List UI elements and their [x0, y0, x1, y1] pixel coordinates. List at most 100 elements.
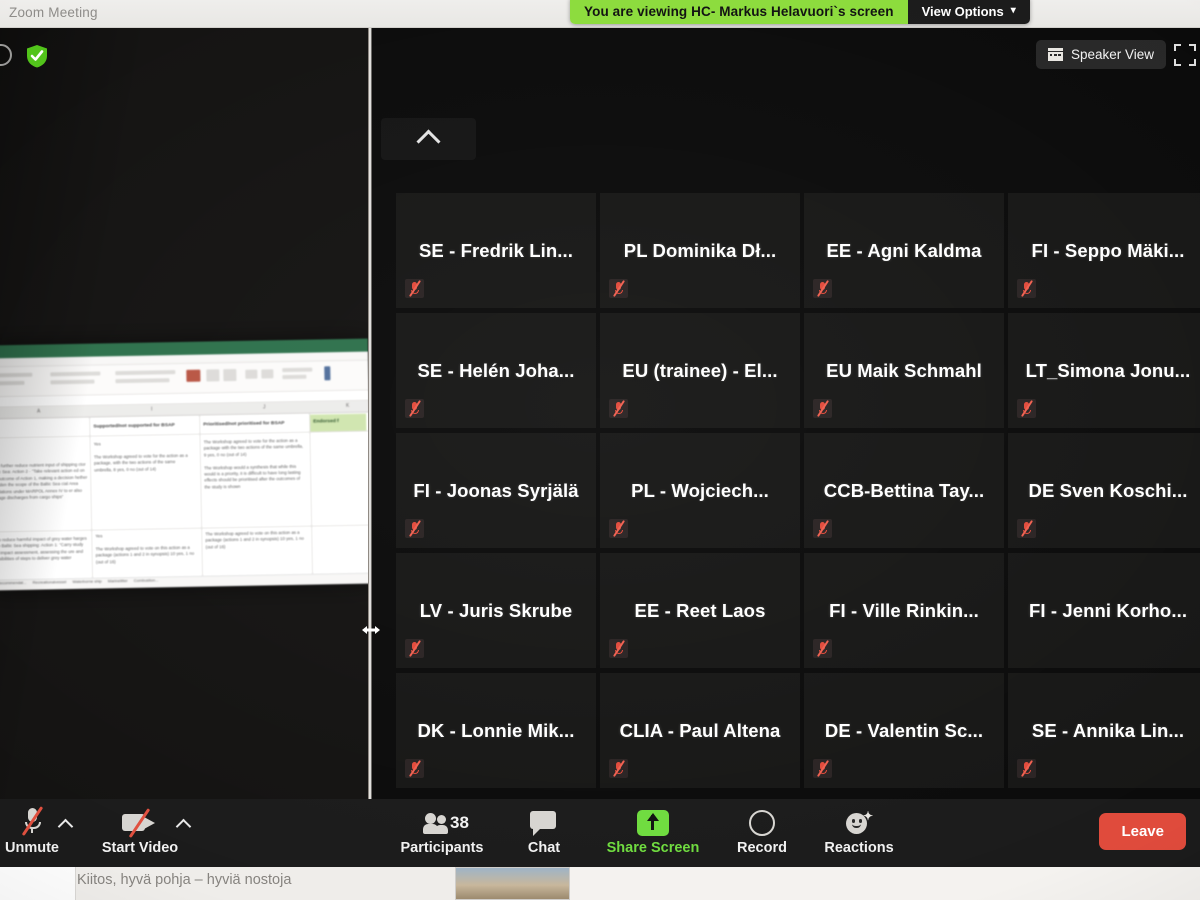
- pane-resize-handle[interactable]: [360, 620, 382, 640]
- participants-gallery-pane: Speaker View SE - Fredrik Lin... PL Domi…: [372, 28, 1200, 818]
- microphone-muted-icon: [609, 519, 628, 538]
- participant-tile[interactable]: EE - Agni Kaldma: [804, 193, 1004, 308]
- excel-sheet-tab[interactable]: Recommendat...: [0, 580, 27, 586]
- participant-name: FI - Ville Rinkin...: [829, 599, 979, 621]
- participant-tile[interactable]: SE - Helén Joha...: [396, 313, 596, 428]
- participant-tile[interactable]: LT_Simona Jonu...: [1008, 313, 1200, 428]
- shared-excel-window: A I J K Supported/not supported for BSAP…: [0, 338, 368, 591]
- screen-share-banner: You are viewing HC- Markus Helavuori`s s…: [570, 0, 1030, 24]
- record-label: Record: [737, 840, 787, 856]
- participant-name: LT_Simona Jonu...: [1025, 359, 1191, 381]
- microphone-muted-icon: [1017, 279, 1036, 298]
- excel-cell-prioritised: The Workshop agreed to vote on this acti…: [205, 529, 306, 550]
- participant-tile[interactable]: FI - Joonas Syrjälä: [396, 433, 596, 548]
- microphone-muted-icon: [609, 639, 628, 658]
- participant-tile[interactable]: FI - Ville Rinkin...: [804, 553, 1004, 668]
- pane-splitter[interactable]: [368, 28, 372, 818]
- microphone-muted-icon: [1017, 399, 1036, 418]
- excel-col-letter: K: [345, 402, 350, 409]
- participant-tile-grid: SE - Fredrik Lin... PL Dominika Dł... EE…: [396, 193, 1200, 788]
- participant-tile[interactable]: EU Maik Schmahl: [804, 313, 1004, 428]
- microphone-muted-icon: [609, 279, 628, 298]
- microphone-muted-icon: [813, 639, 832, 658]
- participant-name: CCB-Bettina Tay...: [823, 479, 985, 501]
- record-circle-icon: [749, 804, 775, 836]
- green-shield-encryption-icon[interactable]: [26, 44, 48, 68]
- unmute-button[interactable]: Unmute: [0, 804, 64, 856]
- participant-name: EE - Reet Laos: [634, 599, 766, 621]
- participant-tile[interactable]: DE - Valentin Sc...: [804, 673, 1004, 788]
- chat-label: Chat: [527, 840, 561, 856]
- microphone-muted-icon: [20, 804, 44, 836]
- zoom-meeting-window: A I J K Supported/not supported for BSAP…: [0, 0, 1200, 900]
- speaker-view-button[interactable]: Speaker View: [1035, 40, 1166, 69]
- participant-name: CLIA - Paul Altena: [619, 719, 781, 741]
- record-button[interactable]: Record: [727, 804, 797, 856]
- excel-cell-action: ns to reduce harmful impact of grey wate…: [0, 535, 87, 562]
- participant-tile[interactable]: PL Dominika Dł...: [600, 193, 800, 308]
- desktop-image-thumbnail: [455, 867, 570, 900]
- participant-name: SE - Annika Lin...: [1031, 719, 1185, 741]
- participant-tile[interactable]: SE - Fredrik Lin...: [396, 193, 596, 308]
- excel-sheet-tab[interactable]: Waterborne ship: [72, 578, 101, 584]
- participant-name: EU Maik Schmahl: [826, 359, 982, 381]
- start-video-button[interactable]: Start Video: [95, 804, 185, 856]
- participant-name: FI - Seppo Mäki...: [1031, 239, 1185, 261]
- participant-tile[interactable]: CLIA - Paul Altena: [600, 673, 800, 788]
- excel-sheet-tab[interactable]: Combustion...: [134, 577, 159, 582]
- gallery-top-controls: Speaker View: [1035, 40, 1196, 69]
- microphone-muted-icon: [405, 759, 424, 778]
- excel-sheet-tabs[interactable]: Recommendat... Recreationalvessel Waterb…: [0, 572, 368, 591]
- participant-tile[interactable]: PL - Wojciech...: [600, 433, 800, 548]
- meeting-toolbar: Unmute Start Video 38 Participants Chat: [0, 799, 1200, 867]
- participant-name: DE Sven Koschi...: [1028, 479, 1188, 501]
- excel-header-endorsed: Endorsed f: [313, 419, 339, 425]
- participant-name: FI - Jenni Korho...: [1028, 599, 1188, 621]
- microphone-muted-icon: [813, 279, 832, 298]
- fullscreen-icon[interactable]: [1174, 43, 1196, 66]
- share-screen-icon: [637, 804, 669, 836]
- participant-tile[interactable]: EE - Reet Laos: [600, 553, 800, 668]
- excel-sheet-tab[interactable]: Marinelitter: [108, 578, 128, 583]
- excel-cell-action: ns to further reduce nutrient input of s…: [0, 461, 88, 501]
- reactions-button[interactable]: ✦ Reactions: [818, 804, 900, 856]
- participants-button[interactable]: 38 Participants: [395, 804, 489, 856]
- participant-tile[interactable]: EU (trainee) - El...: [600, 313, 800, 428]
- meeting-info-icon[interactable]: [0, 44, 12, 66]
- participants-label: Participants: [400, 840, 484, 856]
- microphone-muted-icon: [1017, 759, 1036, 778]
- smiley-reactions-icon: ✦: [845, 804, 873, 836]
- participant-tile[interactable]: DE Sven Koschi...: [1008, 433, 1200, 548]
- microphone-muted-icon: [405, 399, 424, 418]
- participant-name: EE - Agni Kaldma: [826, 239, 982, 261]
- view-options-label: View Options: [921, 3, 1004, 19]
- collapse-gallery-button[interactable]: [381, 118, 476, 160]
- excel-header-supported: Supported/not supported for BSAP: [93, 423, 175, 430]
- share-screen-button[interactable]: Share Screen: [598, 804, 708, 856]
- microphone-muted-icon: [813, 519, 832, 538]
- excel-col-letter: J: [262, 404, 266, 411]
- desktop-background-strip: Kiitos, hyvä pohja – hyviä nostoja: [0, 867, 1200, 900]
- microphone-muted-icon: [609, 399, 628, 418]
- camera-off-icon: [122, 804, 158, 838]
- unmute-label: Unmute: [5, 840, 59, 856]
- leave-button[interactable]: Leave: [1099, 813, 1186, 850]
- participant-name: EU (trainee) - El...: [622, 359, 778, 381]
- chevron-up-icon: [416, 129, 441, 154]
- microphone-muted-icon: [813, 399, 832, 418]
- view-options-button[interactable]: View Options ▾: [907, 0, 1030, 24]
- participant-tile[interactable]: DK - Lonnie Mik...: [396, 673, 596, 788]
- excel-col-letter: I: [150, 406, 153, 413]
- participant-tile[interactable]: FI - Seppo Mäki...: [1008, 193, 1200, 308]
- participant-tile[interactable]: SE - Annika Lin...: [1008, 673, 1200, 788]
- screen-share-status: You are viewing HC- Markus Helavuori`s s…: [570, 0, 908, 24]
- participant-tile[interactable]: FI - Jenni Korho...: [1008, 553, 1200, 668]
- chat-button[interactable]: Chat: [512, 804, 576, 856]
- excel-sheet-tab[interactable]: Recreationalvessel: [33, 579, 67, 585]
- participant-tile[interactable]: LV - Juris Skrube: [396, 553, 596, 668]
- participants-count: 38: [450, 813, 469, 832]
- participant-name: LV - Juris Skrube: [419, 599, 573, 621]
- participant-tile[interactable]: CCB-Bettina Tay...: [804, 433, 1004, 548]
- desktop-sheet-edge: [0, 867, 76, 900]
- start-video-label: Start Video: [101, 840, 179, 856]
